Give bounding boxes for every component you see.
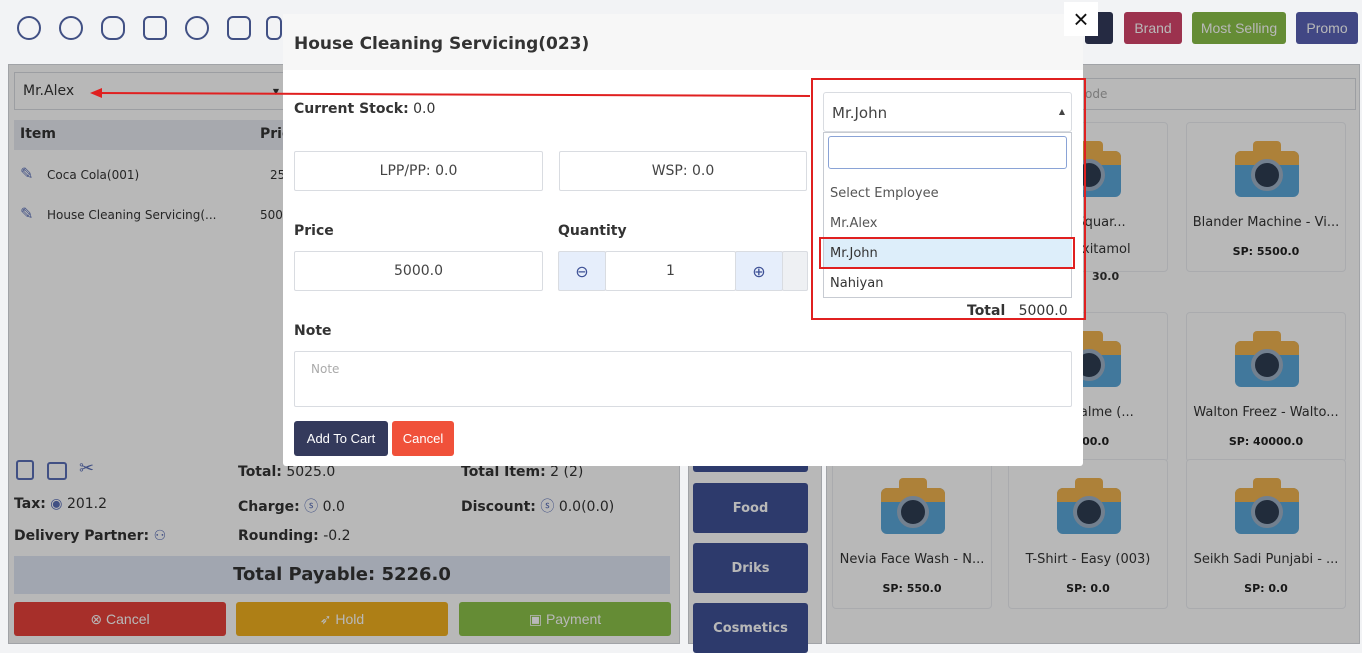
camera-icon (1235, 329, 1299, 387)
scissors-icon[interactable]: ✂ (79, 458, 94, 479)
history-icon[interactable] (185, 16, 209, 40)
dollar-icon: ⓢ (304, 499, 319, 515)
total-item-summary: Total Item: 2 (2) (461, 464, 584, 480)
close-modal-button[interactable]: × (1064, 2, 1098, 36)
product-card[interactable]: Nevia Face Wash - N... SP: 550.0 (832, 459, 992, 609)
note-label: Note (294, 323, 332, 339)
minus-circle-icon: ⊖ (575, 261, 589, 281)
tax-summary: Tax: ◉ 201.2 (14, 496, 108, 512)
category-food[interactable]: Food (693, 483, 808, 533)
lpp-field: LPP/PP: 0.0 (294, 151, 543, 191)
annotation-box-option (819, 237, 1075, 269)
quantity-addon (782, 251, 808, 291)
hold-button[interactable]: ➶ Hold (236, 602, 448, 636)
product-card[interactable]: Blander Machine - Vi... SP: 5500.0 (1186, 122, 1346, 272)
pencil-icon[interactable]: ✎ (20, 164, 33, 183)
payment-button[interactable]: ▣ Payment (459, 602, 671, 636)
notes-icon[interactable] (16, 460, 34, 480)
price-label: Price (294, 223, 334, 239)
plus-circle-icon: ⊕ (752, 261, 766, 281)
product-search-input[interactable]: ode (1080, 78, 1356, 110)
product-name-partial: xitamol (1082, 242, 1131, 257)
eye-icon: ◉ (50, 496, 63, 512)
total-summary: Total: 5025.0 (238, 464, 336, 480)
product-price-partial: 30.0 (1092, 270, 1120, 283)
rocket-icon: ➶ (319, 610, 336, 627)
price-input[interactable]: 5000.0 (294, 251, 543, 291)
table-row[interactable]: ✎ House Cleaning Servicing(... 500 (14, 200, 284, 230)
discount-summary: Discount: ⓢ 0.0(0.0) (461, 499, 615, 515)
user-icon[interactable] (17, 16, 41, 40)
wsp-field: WSP: 0.0 (559, 151, 807, 191)
calculator-icon[interactable] (227, 16, 251, 40)
current-stock: Current Stock: 0.0 (294, 101, 436, 117)
cash-icon: ▣ (528, 610, 546, 627)
category-driks[interactable]: Driks (693, 543, 808, 593)
category-cosmetics[interactable]: Cosmetics (693, 603, 808, 653)
decrease-quantity-button[interactable]: ⊖ (558, 251, 606, 291)
document-icon[interactable] (266, 16, 282, 40)
brand-button[interactable]: Brand (1124, 12, 1182, 44)
charge-summary: Charge: ⓢ 0.0 (238, 499, 345, 515)
cart-table-header: Item Pric (14, 120, 290, 150)
cart-item-name: House Cleaning Servicing(... (47, 208, 217, 222)
close-circle-icon: ⊗ (90, 610, 107, 627)
item-column-header: Item (20, 126, 56, 142)
close-icon: × (1073, 3, 1089, 34)
calendar-icon[interactable] (47, 462, 67, 480)
rounding-summary: Rounding: -0.2 (238, 528, 351, 544)
dollar-icon: ⓢ (540, 499, 555, 515)
camera-icon (1057, 476, 1121, 534)
modal-title: House Cleaning Servicing(023) (294, 34, 590, 54)
cross-icon[interactable] (101, 16, 125, 40)
note-textarea[interactable]: Note (294, 351, 1072, 407)
modal-cancel-button[interactable]: Cancel (392, 421, 454, 456)
cart-cancel-button[interactable]: ⊗ Cancel (14, 602, 226, 636)
users-icon: ⚇ (153, 528, 167, 544)
camera-icon (1235, 476, 1299, 534)
printer-icon[interactable] (143, 16, 167, 40)
camera-icon (881, 476, 945, 534)
promo-button[interactable]: Promo (1296, 12, 1358, 44)
table-row[interactable]: ✎ Coca Cola(001) 25 (14, 160, 285, 190)
delivery-partner[interactable]: Delivery Partner: ⚇ (14, 528, 166, 544)
customer-name: Mr.Alex (23, 83, 75, 99)
modal-header: House Cleaning Servicing(023) (283, 14, 1083, 70)
globe-icon[interactable] (59, 16, 83, 40)
product-card[interactable]: T-Shirt - Easy (003) SP: 0.0 (1008, 459, 1168, 609)
cart-item-name: Coca Cola(001) (47, 168, 140, 182)
cart-item-price: 500 (260, 208, 283, 222)
increase-quantity-button[interactable]: ⊕ (735, 251, 783, 291)
quantity-input[interactable]: 1 (605, 251, 736, 291)
product-card[interactable]: Walton Freez - Walto... SP: 40000.0 (1186, 312, 1346, 462)
annotation-box (811, 78, 1086, 320)
camera-icon (1235, 139, 1299, 197)
annotation-arrow (90, 88, 811, 98)
pencil-icon[interactable]: ✎ (20, 204, 33, 223)
quantity-label: Quantity (558, 223, 627, 239)
add-to-cart-button[interactable]: Add To Cart (294, 421, 388, 456)
product-card[interactable]: Seikh Sadi Punjabi - ... SP: 0.0 (1186, 459, 1346, 609)
total-payable: Total Payable: 5226.0 (14, 556, 670, 594)
most-selling-button[interactable]: Most Selling (1192, 12, 1286, 44)
